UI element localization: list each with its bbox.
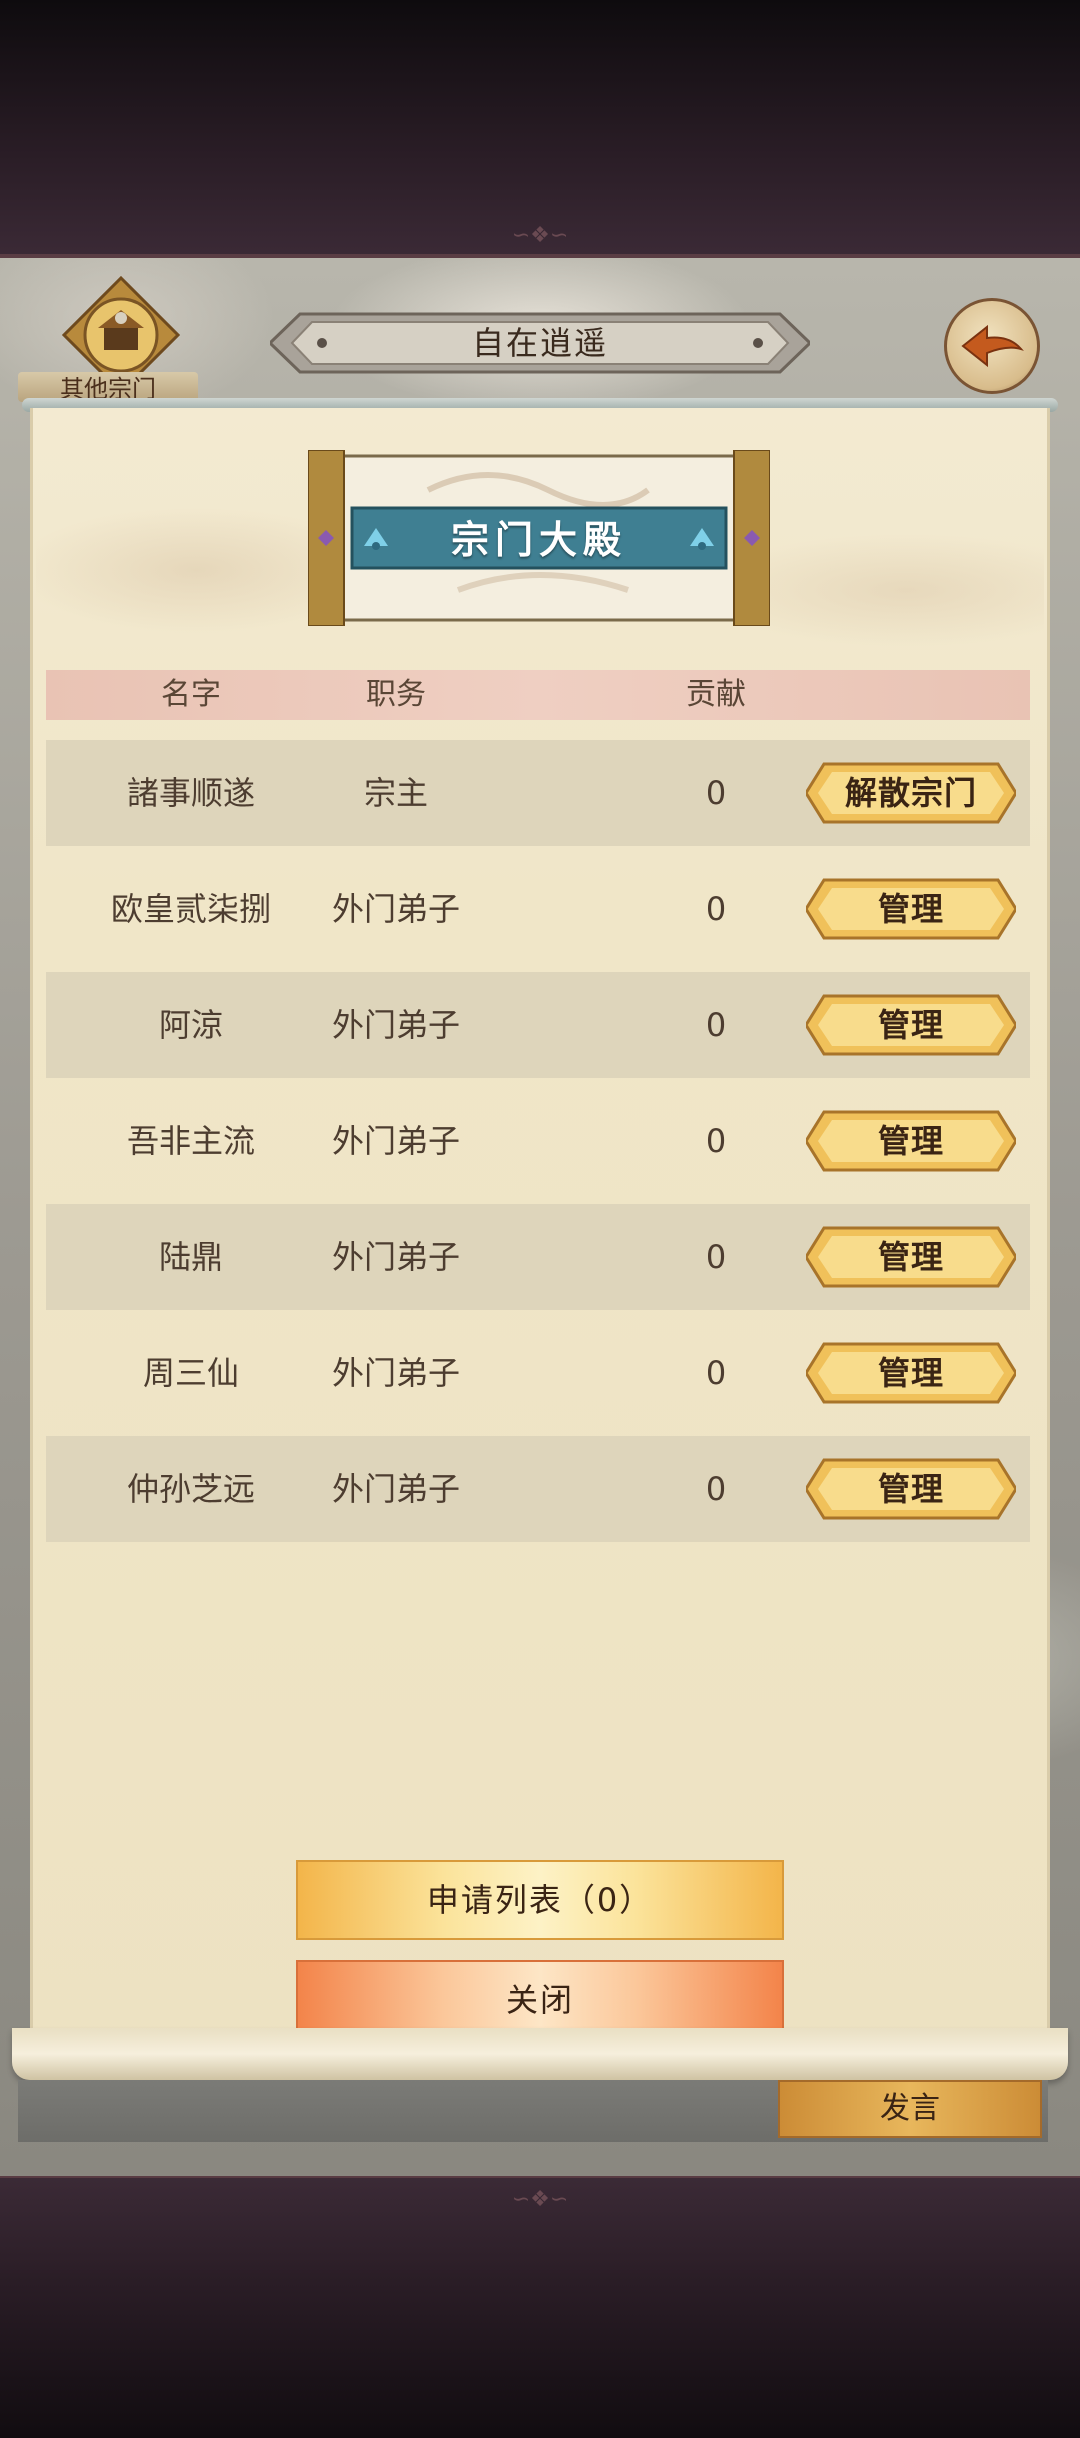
- manage-label: 管理: [877, 1470, 944, 1508]
- manage-label: 管理: [877, 1354, 944, 1392]
- column-header-name: 名字: [161, 677, 221, 712]
- table-row: 吾非主流 外门弟子 0 管理: [46, 1088, 1030, 1194]
- apply-list-button[interactable]: 申请列表（0）: [296, 1860, 784, 1940]
- disband-sect-label: 解散宗门: [844, 774, 977, 812]
- speak-label: 发言: [880, 2091, 940, 2126]
- back-button[interactable]: [944, 298, 1040, 394]
- member-role: 宗主: [363, 774, 428, 812]
- top-ornament: ∽❖∽: [511, 223, 569, 248]
- manage-label: 管理: [877, 890, 944, 928]
- manage-button[interactable]: 管理: [806, 994, 1016, 1056]
- member-contribution: 0: [705, 890, 727, 928]
- disband-sect-button[interactable]: 解散宗门: [806, 762, 1016, 824]
- bottom-letterbox: [0, 2178, 1080, 2438]
- manage-button[interactable]: 管理: [806, 1110, 1016, 1172]
- table-row: 陆鼎 外门弟子 0 管理: [46, 1204, 1030, 1310]
- table-row: 仲孙芝远 外门弟子 0 管理: [46, 1436, 1030, 1542]
- member-contribution: 0: [705, 1238, 727, 1276]
- table-row: 周三仙 外门弟子 0 管理: [46, 1320, 1030, 1426]
- member-role: 外门弟子: [331, 1354, 460, 1392]
- table-row: 阿涼 外门弟子 0 管理: [46, 972, 1030, 1078]
- manage-button[interactable]: 管理: [806, 878, 1016, 940]
- member-contribution: 0: [705, 1122, 727, 1160]
- member-contribution: 0: [705, 1354, 727, 1392]
- member-role: 外门弟子: [331, 1238, 460, 1276]
- apply-list-label: 申请列表（0）: [426, 1881, 654, 1919]
- member-role: 外门弟子: [331, 1006, 460, 1044]
- sect-name-title: 自在逍遥: [471, 324, 608, 362]
- member-role: 外门弟子: [331, 890, 460, 928]
- table-row: 欧皇贰柒捌 外门弟子 0 管理: [46, 856, 1030, 962]
- manage-label: 管理: [877, 1122, 944, 1160]
- bottom-ornament: ∽❖∽: [511, 2187, 569, 2212]
- top-letterbox: [0, 0, 1080, 258]
- member-role: 外门弟子: [331, 1122, 460, 1160]
- close-label: 关闭: [505, 1981, 574, 2019]
- table-row: 諸事顺遂 宗主 0 解散宗门: [46, 740, 1030, 846]
- member-contribution: 0: [705, 1470, 727, 1508]
- column-header-role: 职务: [366, 677, 426, 712]
- manage-button[interactable]: 管理: [806, 1342, 1016, 1404]
- manage-button[interactable]: 管理: [806, 1226, 1016, 1288]
- table-header: 名字 职务 贡献: [46, 670, 1030, 720]
- hall-banner-title: 宗门大殿: [450, 518, 627, 562]
- member-role: 外门弟子: [331, 1470, 460, 1508]
- scroll-bottom-curl: [12, 2028, 1068, 2080]
- manage-label: 管理: [877, 1006, 944, 1044]
- member-contribution: 0: [705, 774, 727, 812]
- speak-button[interactable]: 发言: [778, 2080, 1042, 2138]
- column-header-contribution: 贡献: [686, 677, 746, 712]
- member-contribution: 0: [705, 1006, 727, 1044]
- manage-label: 管理: [877, 1238, 944, 1276]
- back-arrow-icon: [961, 324, 1024, 368]
- manage-button[interactable]: 管理: [806, 1458, 1016, 1520]
